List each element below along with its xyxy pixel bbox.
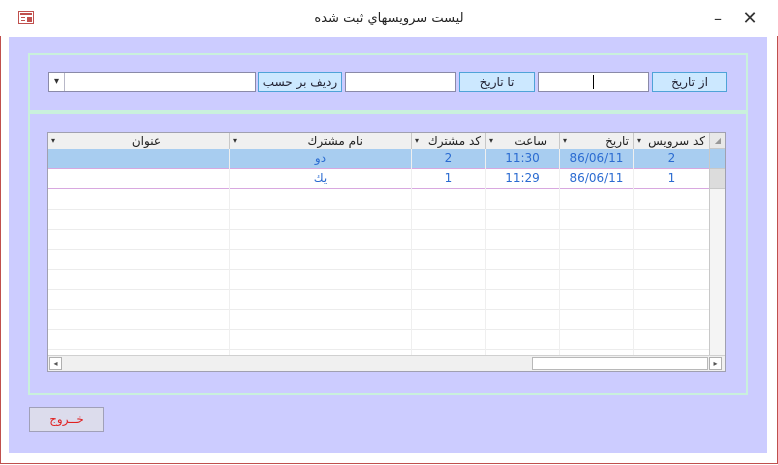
minimize-button[interactable]: – — [705, 8, 731, 30]
chevron-down-icon[interactable]: ▾ — [233, 133, 237, 149]
column-header-customer-name[interactable]: نام مشترك ▾ — [229, 133, 411, 149]
chevron-down-icon[interactable]: ▾ — [51, 133, 55, 149]
grid-line — [48, 289, 709, 290]
from-date-button[interactable]: از تاريخ — [652, 72, 727, 92]
cell-date[interactable]: 86/06/11 — [559, 169, 633, 189]
column-header-time[interactable]: ساعت ▾ — [485, 133, 559, 149]
record-selector-column: ◢ — [709, 133, 725, 371]
grid-line — [48, 249, 709, 250]
grid-line — [48, 229, 709, 230]
column-header-subject[interactable]: عنوان ▾ — [48, 133, 229, 149]
grid-line — [48, 209, 709, 210]
chevron-down-icon[interactable]: ▾ — [415, 133, 419, 149]
sort-by-combo[interactable]: ▾ — [48, 72, 256, 92]
cell-subject[interactable] — [48, 149, 229, 169]
scroll-right-icon[interactable]: ▸ — [709, 357, 722, 370]
cell-service-code[interactable]: 1 — [633, 169, 709, 189]
window-title: ليست سرويسهاي ثبت شده — [314, 11, 464, 26]
services-grid[interactable]: كد سرويس ▾ تاريخ ▾ ساعت ▾ كد مشترك ▾ نام مشت… — [47, 132, 726, 372]
form-body: از تاريخ تا تاريخ رديف بر حسب ▾ كد سرويس… — [9, 37, 767, 453]
column-header-customer-code[interactable]: كد مشترك ▾ — [411, 133, 485, 149]
table-row[interactable]: 2 86/06/11 11:30 2 دو — [48, 149, 709, 169]
close-button[interactable]: ✕ — [737, 8, 763, 30]
cell-subject[interactable] — [48, 169, 229, 189]
grid-line — [48, 329, 709, 330]
title-bar: ليست سرويسهاي ثبت شده – ✕ — [0, 0, 778, 36]
to-date-field[interactable] — [345, 72, 456, 92]
grid-line — [411, 149, 412, 355]
text-caret — [593, 75, 594, 89]
chevron-down-icon[interactable]: ▾ — [49, 73, 65, 91]
exit-button[interactable]: خــروج — [29, 407, 104, 432]
sort-filter-icon[interactable]: ▾ — [563, 133, 567, 149]
grid-line — [485, 149, 486, 355]
column-header-service-code[interactable]: كد سرويس ▾ — [633, 133, 709, 149]
chevron-down-icon[interactable]: ▾ — [489, 133, 493, 149]
grid-line — [559, 149, 560, 355]
cell-customer-code[interactable]: 2 — [411, 149, 485, 169]
table-row[interactable]: 1 86/06/11 11:29 1 يك — [48, 169, 709, 189]
grid-line — [48, 309, 709, 310]
to-date-button[interactable]: تا تاريخ — [459, 72, 535, 92]
chevron-down-icon[interactable]: ▾ — [637, 133, 641, 149]
select-all-corner[interactable]: ◢ — [710, 133, 725, 149]
record-selector[interactable] — [710, 149, 725, 169]
cell-date[interactable]: 86/06/11 — [559, 149, 633, 169]
grid-line — [633, 149, 634, 355]
scrollbar-thumb[interactable] — [532, 357, 708, 370]
cell-customer-name[interactable]: دو — [229, 149, 411, 169]
cell-time[interactable]: 11:29 — [485, 169, 559, 189]
grid-line — [229, 149, 230, 355]
cell-customer-name[interactable]: يك — [229, 169, 411, 189]
sort-by-button[interactable]: رديف بر حسب — [258, 72, 342, 92]
grid-line — [48, 349, 709, 350]
horizontal-scrollbar[interactable]: ◂ ▸ — [48, 355, 725, 371]
column-header-date[interactable]: تاريخ ▾ — [559, 133, 633, 149]
cell-time[interactable]: 11:30 — [485, 149, 559, 169]
grid-line — [48, 269, 709, 270]
scroll-left-icon[interactable]: ◂ — [49, 357, 62, 370]
cell-customer-code[interactable]: 1 — [411, 169, 485, 189]
cell-service-code[interactable]: 2 — [633, 149, 709, 169]
record-selector[interactable] — [710, 169, 725, 189]
from-date-field[interactable] — [538, 72, 649, 92]
